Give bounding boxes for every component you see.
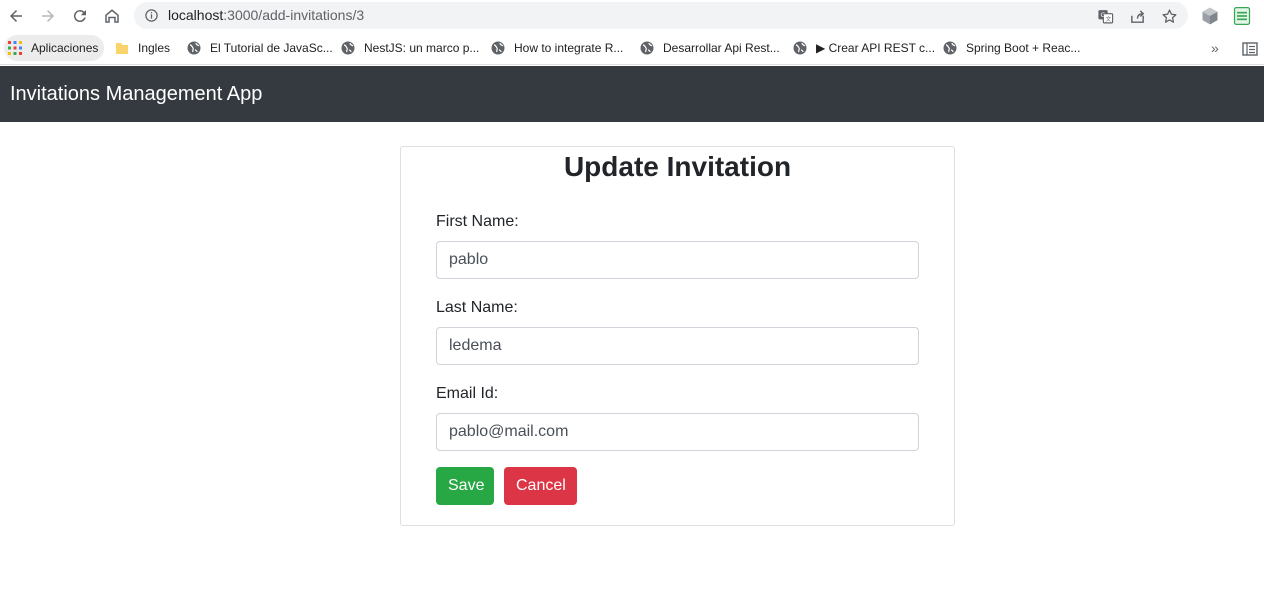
spreadsheet-icon — [1233, 7, 1251, 25]
translate-icon: G 文 — [1097, 9, 1113, 23]
browser-toolbar: localhost:3000/add-invitations/3 G 文 — [0, 0, 1264, 32]
bookmark-label: Desarrollar Api Rest... — [663, 41, 780, 55]
reading-list-icon[interactable] — [1242, 41, 1258, 57]
arrow-right-icon — [42, 10, 54, 22]
url-path: :3000/add-invitations/3 — [223, 7, 365, 23]
first-name-input[interactable] — [436, 241, 919, 279]
app-brand[interactable]: Invitations Management App — [10, 83, 262, 106]
bookmark-label: Aplicaciones — [31, 41, 99, 55]
forward-button[interactable] — [36, 4, 60, 28]
bookmark-label: Spring Boot + Reac... — [966, 41, 1081, 55]
bookmark-js-tutorial[interactable]: El Tutorial de JavaSc... — [187, 35, 333, 61]
last-name-label: Last Name: — [436, 299, 518, 316]
bookmark-apps[interactable]: Aplicaciones — [4, 35, 105, 61]
bookmark-api-rest[interactable]: Desarrollar Api Rest... — [640, 35, 780, 61]
more-bookmarks-button[interactable]: » — [1211, 40, 1219, 56]
star-icon — [1161, 8, 1177, 23]
apps-grid-icon — [8, 41, 22, 55]
bookmark-label: El Tutorial de JavaSc... — [210, 41, 333, 55]
bookmark-label: Ingles — [138, 41, 171, 55]
globe-icon — [491, 41, 505, 55]
extension-button[interactable] — [1199, 5, 1221, 27]
bookmark-spring-boot[interactable]: Spring Boot + Reac... — [943, 35, 1080, 61]
email-label: Email Id: — [436, 385, 499, 402]
email-input[interactable] — [436, 413, 919, 451]
cancel-button[interactable]: Cancel — [504, 467, 577, 505]
globe-icon — [943, 41, 957, 55]
share-button[interactable] — [1127, 6, 1147, 26]
translate-button[interactable]: G 文 — [1095, 6, 1115, 26]
last-name-input[interactable] — [436, 327, 919, 365]
arrow-left-icon — [10, 10, 22, 22]
bookmark-nestjs[interactable]: NestJS: un marco p... — [341, 35, 479, 61]
bookmark-label: ▶ Crear API REST c... — [816, 41, 936, 55]
back-button[interactable] — [4, 4, 28, 28]
address-bar[interactable]: localhost:3000/add-invitations/3 G 文 — [134, 2, 1188, 29]
home-icon — [105, 9, 119, 23]
share-icon — [1130, 9, 1144, 23]
svg-text:G: G — [1100, 11, 1105, 19]
folder-icon — [115, 41, 129, 55]
globe-icon — [793, 41, 807, 55]
bookmark-integrate[interactable]: How to integrate R... — [491, 35, 623, 61]
bookmark-label: NestJS: un marco p... — [364, 41, 480, 55]
info-icon[interactable] — [144, 8, 159, 23]
bookmarks-bar: Aplicaciones Ingles El Tutorial de JavaS… — [0, 32, 1264, 65]
cube-icon — [1202, 7, 1218, 25]
bookmark-folder-ingles[interactable]: Ingles — [115, 35, 170, 61]
reload-icon — [73, 10, 86, 23]
first-name-label: First Name: — [436, 213, 519, 230]
app-navbar: Invitations Management App — [0, 66, 1264, 122]
save-button[interactable]: Save — [436, 467, 494, 505]
url-text[interactable]: localhost:3000/add-invitations/3 — [168, 7, 364, 23]
bookmark-star-button[interactable] — [1159, 6, 1179, 26]
form-title: Update Invitation — [563, 151, 792, 182]
url-host: localhost — [168, 7, 224, 23]
globe-icon — [640, 41, 654, 55]
sheets-extension-button[interactable] — [1231, 5, 1253, 27]
bookmark-label: How to integrate R... — [514, 41, 624, 55]
home-button[interactable] — [100, 4, 124, 28]
globe-icon — [341, 41, 355, 55]
update-invitation-card: Update Invitation First Name: Last Name:… — [400, 146, 955, 526]
bookmark-crear-api[interactable]: ▶ Crear API REST c... — [793, 35, 935, 61]
globe-icon — [187, 41, 201, 55]
reload-button[interactable] — [68, 4, 92, 28]
